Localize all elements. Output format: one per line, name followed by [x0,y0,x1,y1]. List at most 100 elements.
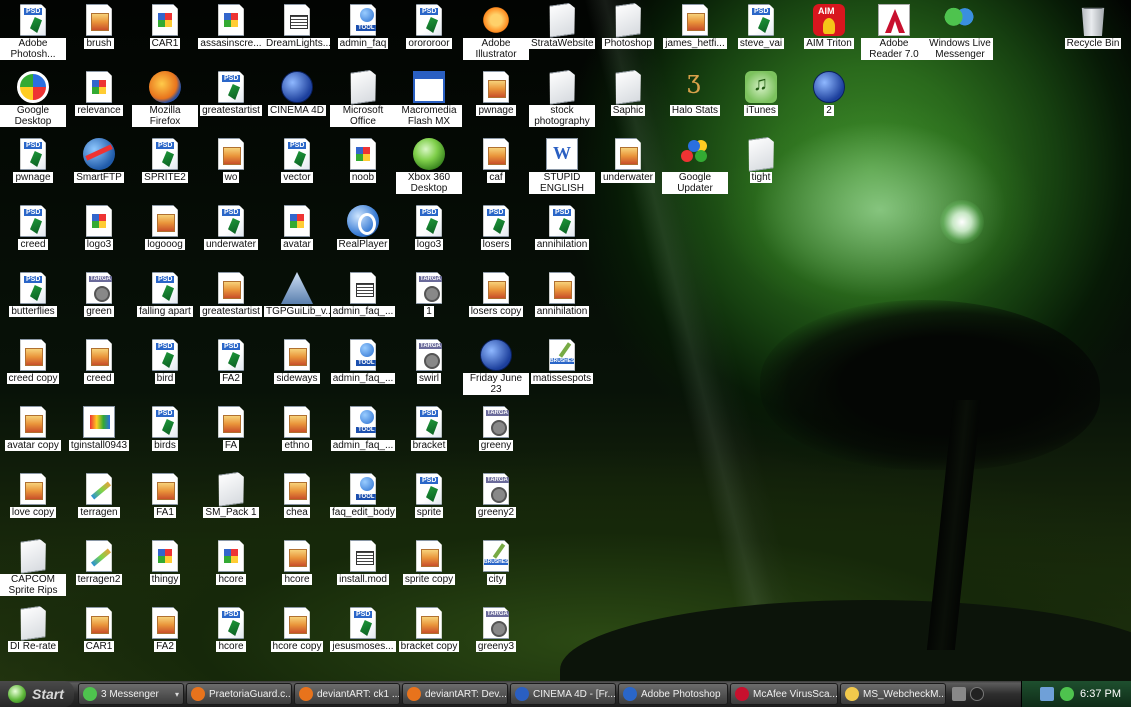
desktop-icon[interactable]: brush [66,2,132,66]
desktop-icon[interactable]: sprite [396,471,462,535]
desktop-icon[interactable]: tginstall0943 [66,404,132,468]
messenger-tray-icon[interactable] [1060,687,1075,701]
desktop-icon[interactable]: relevance [66,69,132,133]
desktop-icon[interactable]: creed [0,203,66,267]
taskbar-button[interactable]: 3 Messenger ▾ [78,683,184,705]
desktop-icon[interactable]: Friday June 23 [463,337,529,401]
desktop-icon[interactable]: avatar [264,203,330,267]
desktop-icon[interactable]: StrataWebsite [529,2,595,66]
desktop-icon[interactable]: underwater [198,203,264,267]
desktop-icon[interactable]: FA1 [132,471,198,535]
desktop-icon[interactable]: logo3 [396,203,462,267]
desktop-icon[interactable]: terragen2 [66,538,132,602]
desktop-icon[interactable]: green [66,270,132,334]
desktop-icon[interactable]: annihilation [529,203,595,267]
desktop-icon[interactable]: admin_faq_... [330,337,396,401]
desktop-icon[interactable]: swirl [396,337,462,401]
desktop-icon[interactable]: AIM Triton [796,2,862,66]
desktop-icon[interactable]: Photoshop [595,2,661,66]
desktop-icon[interactable]: install.mod [330,538,396,602]
desktop-icon[interactable]: noob [330,136,396,200]
desktop-icon[interactable]: Windows Live Messenger [927,2,993,66]
desktop-icon[interactable]: Adobe Reader 7.0 [861,2,927,66]
desktop-icon[interactable]: iTunes [728,69,794,133]
desktop-icon[interactable]: Mozilla Firefox [132,69,198,133]
taskbar-button[interactable]: CINEMA 4D - [Fr... [510,683,616,705]
desktop-icon[interactable]: hcore copy [264,605,330,669]
desktop-icon[interactable]: bracket copy [396,605,462,669]
desktop-icon[interactable]: Macromedia Flash MX [396,69,462,133]
start-button[interactable]: Start [0,681,74,707]
desktop-icon[interactable]: Microsoft Office [330,69,396,133]
desktop-icon[interactable]: Xbox 360 Desktop [396,136,462,200]
desktop-icon[interactable]: sprite copy [396,538,462,602]
desktop-icon[interactable]: TGPGuiLib_v... [264,270,330,334]
desktop-icon[interactable]: RealPlayer [330,203,396,267]
desktop-icon[interactable]: pwnage [463,69,529,133]
desktop-icon[interactable]: greatestartist [198,69,264,133]
desktop-icon[interactable]: greatestartist [198,270,264,334]
desktop-icon[interactable]: hcore [198,605,264,669]
desktop-icon[interactable]: pwnage [0,136,66,200]
desktop-icon[interactable]: faq_edit_body [330,471,396,535]
desktop-icon[interactable]: hcore [264,538,330,602]
desktop-icon[interactable]: Recycle Bin [1060,2,1126,66]
desktop-icon[interactable]: admin_faq [330,2,396,66]
desktop-icon[interactable]: caf [463,136,529,200]
desktop[interactable]: Adobe Photosh...brushCAR1assasinscre...D… [0,0,1131,681]
desktop-icon[interactable]: tight [728,136,794,200]
desktop-icon[interactable]: annihilation [529,270,595,334]
desktop-icon[interactable]: Halo Stats [662,69,728,133]
group-caret-icon[interactable]: ▾ [171,690,179,699]
taskbar-button[interactable]: deviantART: ck1 ... [294,683,400,705]
taskbar-button[interactable]: Adobe Photoshop [618,683,728,705]
taskbar-button[interactable]: MS_WebcheckM... [840,683,946,705]
desktop-icon[interactable]: greeny2 [463,471,529,535]
desktop-icon[interactable]: wo [198,136,264,200]
desktop-icon[interactable]: ethno [264,404,330,468]
desktop-icon[interactable]: admin_faq_... [330,270,396,334]
desktop-icon[interactable]: steve_vai [728,2,794,66]
desktop-icon[interactable]: losers copy [463,270,529,334]
desktop-icon[interactable]: matissespots [529,337,595,401]
desktop-icon[interactable]: city [463,538,529,602]
desktop-icon[interactable]: Saphic [595,69,661,133]
desktop-icon[interactable]: thingy [132,538,198,602]
taskbar-button[interactable]: McAfee VirusSca... [730,683,838,705]
taskbar-button[interactable]: deviantART: Dev... [402,683,508,705]
desktop-icon[interactable]: greeny [463,404,529,468]
desktop-icon[interactable]: FA2 [132,605,198,669]
desktop-icon[interactable]: love copy [0,471,66,535]
desktop-icon[interactable]: greeny3 [463,605,529,669]
desktop-icon[interactable]: DreamLights... [264,2,330,66]
desktop-icon[interactable]: logo3 [66,203,132,267]
desktop-icon[interactable]: CAR1 [66,605,132,669]
desktop-icon[interactable]: Google Updater [662,136,728,200]
desktop-icon[interactable]: 1 [396,270,462,334]
desktop-icon[interactable]: logooog [132,203,198,267]
taskbar-button[interactable]: PraetoriaGuard.c... [186,683,292,705]
clock[interactable]: 6:37 PM [1080,688,1121,700]
desktop-icon[interactable]: underwater [595,136,661,200]
desktop-icon[interactable]: creed [66,337,132,401]
desktop-icon[interactable]: terragen [66,471,132,535]
desktop-icon[interactable]: SPRITE2 [132,136,198,200]
desktop-icon[interactable]: vector [264,136,330,200]
desktop-icon[interactable]: bracket [396,404,462,468]
desktop-icon[interactable]: losers [463,203,529,267]
desktop-icon[interactable]: SmartFTP [66,136,132,200]
desktop-icon[interactable]: Google Desktop [0,69,66,133]
desktop-icon[interactable]: Adobe Illustrator CS2 [463,2,529,66]
desktop-icon[interactable]: falling apart [132,270,198,334]
desktop-icon[interactable]: james_hetfi... [662,2,728,66]
desktop-icon[interactable]: Adobe Photosh... [0,2,66,66]
desktop-icon[interactable]: bird [132,337,198,401]
desktop-icon[interactable]: STUPID ENGLISH [529,136,595,200]
desktop-icon[interactable]: sideways [264,337,330,401]
desktop-icon[interactable]: 2 [796,69,862,133]
desktop-icon[interactable]: DI Re-rate [0,605,66,669]
desktop-icon[interactable]: FA [198,404,264,468]
desktop-icon[interactable]: admin_faq_... [330,404,396,468]
desktop-icon[interactable]: CINEMA 4D [264,69,330,133]
desktop-icon[interactable]: creed copy [0,337,66,401]
